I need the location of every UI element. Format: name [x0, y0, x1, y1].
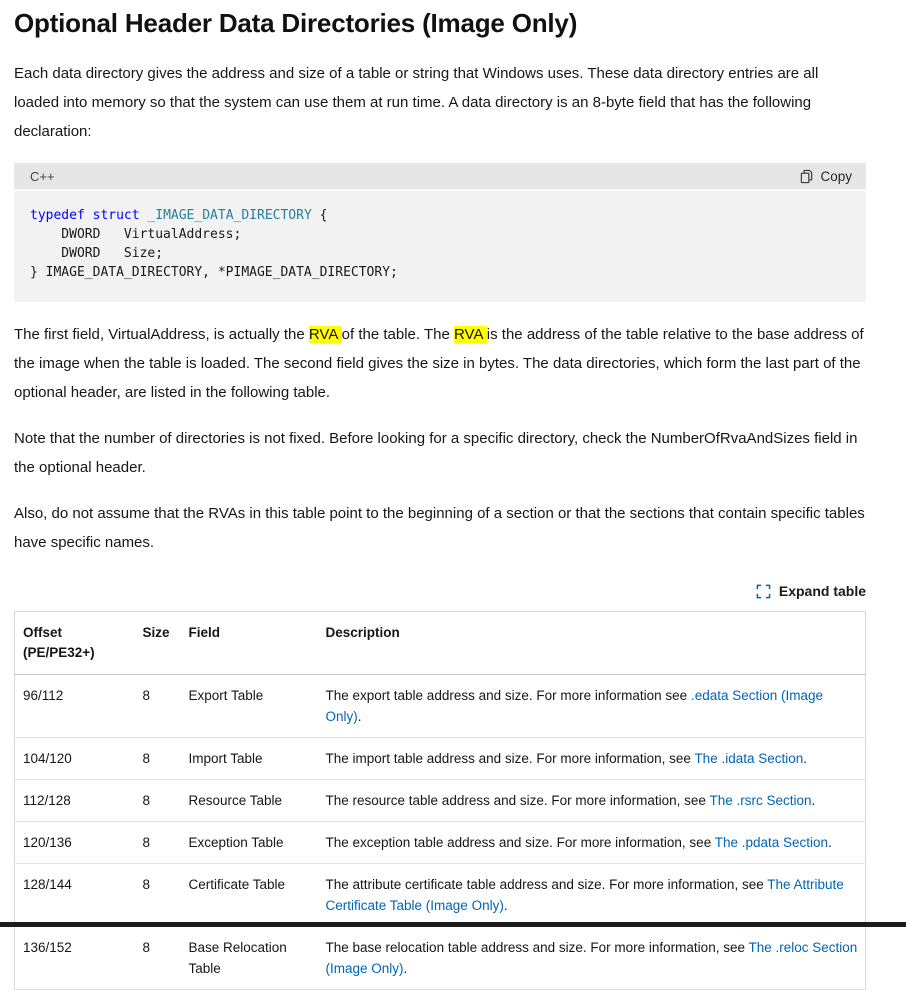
- copy-button[interactable]: Copy: [799, 169, 852, 184]
- code-language-label: C++: [30, 169, 55, 184]
- size-cell: 8: [135, 822, 181, 864]
- offset-cell: 96/112: [15, 675, 135, 738]
- code-line: DWORD Size;: [30, 244, 850, 263]
- window-bottom-edge: [0, 922, 906, 927]
- article-page: Optional Header Data Directories (Image …: [14, 8, 866, 990]
- field-cell: Resource Table: [181, 780, 318, 822]
- field-cell: Base Relocation Table: [181, 927, 318, 990]
- field-cell: Exception Table: [181, 822, 318, 864]
- column-header: Size: [135, 612, 181, 675]
- field-cell: Certificate Table: [181, 864, 318, 927]
- size-cell: 8: [135, 780, 181, 822]
- offset-cell: 120/136: [15, 822, 135, 864]
- copy-button-label: Copy: [820, 169, 852, 184]
- table-toolbar: Expand table: [14, 583, 866, 599]
- description-link[interactable]: .edata Section (Image Only): [326, 688, 824, 724]
- offset-cell: 112/128: [15, 780, 135, 822]
- table-row: 136/1528Base Relocation TableThe base re…: [15, 927, 866, 990]
- description-link[interactable]: The .rsrc Section: [709, 793, 811, 808]
- description-cell: The exception table address and size. Fo…: [318, 822, 866, 864]
- description-cell: The base relocation table address and si…: [318, 927, 866, 990]
- intro-paragraph: Each data directory gives the address an…: [14, 59, 866, 146]
- size-cell: 8: [135, 675, 181, 738]
- rva-paragraph: The first field, VirtualAddress, is actu…: [14, 320, 866, 407]
- also-paragraph: Also, do not assume that the RVAs in thi…: [14, 499, 866, 557]
- highlighted-term: RVA: [454, 326, 487, 343]
- expand-table-button[interactable]: Expand table: [756, 583, 866, 599]
- size-cell: 8: [135, 927, 181, 990]
- code-block: C++ Copy typedef struct _IMAGE_DATA_DIRE…: [14, 163, 866, 302]
- table-row: 112/1288Resource TableThe resource table…: [15, 780, 866, 822]
- size-cell: 8: [135, 864, 181, 927]
- table-row: 120/1368Exception TableThe exception tab…: [15, 822, 866, 864]
- note-paragraph: Note that the number of directories is n…: [14, 424, 866, 482]
- field-cell: Export Table: [181, 675, 318, 738]
- code-line: DWORD VirtualAddress;: [30, 225, 850, 244]
- expand-table-label: Expand table: [779, 583, 866, 599]
- description-link[interactable]: The Attribute Certificate Table (Image O…: [326, 877, 844, 913]
- description-cell: The import table address and size. For m…: [318, 738, 866, 780]
- highlighted-term: RVA: [309, 326, 342, 343]
- code-line: typedef struct _IMAGE_DATA_DIRECTORY {: [30, 206, 850, 225]
- table-header-row: Offset (PE/PE32+)SizeFieldDescription: [15, 612, 866, 675]
- copy-icon: [799, 169, 814, 184]
- data-directories-table: Offset (PE/PE32+)SizeFieldDescription 96…: [14, 611, 866, 990]
- code-content: typedef struct _IMAGE_DATA_DIRECTORY { D…: [14, 191, 866, 302]
- description-cell: The resource table address and size. For…: [318, 780, 866, 822]
- offset-cell: 136/152: [15, 927, 135, 990]
- description-link[interactable]: The .idata Section: [694, 751, 803, 766]
- offset-cell: 104/120: [15, 738, 135, 780]
- offset-cell: 128/144: [15, 864, 135, 927]
- column-header: Offset (PE/PE32+): [15, 612, 135, 675]
- description-link[interactable]: The .reloc Section (Image Only): [326, 940, 858, 976]
- description-cell: The export table address and size. For m…: [318, 675, 866, 738]
- code-block-header: C++ Copy: [14, 163, 866, 191]
- field-cell: Import Table: [181, 738, 318, 780]
- description-cell: The attribute certificate table address …: [318, 864, 866, 927]
- description-link[interactable]: The .pdata Section: [715, 835, 828, 850]
- table-row: 128/1448Certificate TableThe attribute c…: [15, 864, 866, 927]
- table-row: 104/1208Import TableThe import table add…: [15, 738, 866, 780]
- expand-table-icon: [756, 584, 771, 599]
- column-header: Field: [181, 612, 318, 675]
- size-cell: 8: [135, 738, 181, 780]
- page-title: Optional Header Data Directories (Image …: [14, 8, 866, 39]
- table-row: 96/1128Export TableThe export table addr…: [15, 675, 866, 738]
- column-header: Description: [318, 612, 866, 675]
- code-line: } IMAGE_DATA_DIRECTORY, *PIMAGE_DATA_DIR…: [30, 263, 850, 282]
